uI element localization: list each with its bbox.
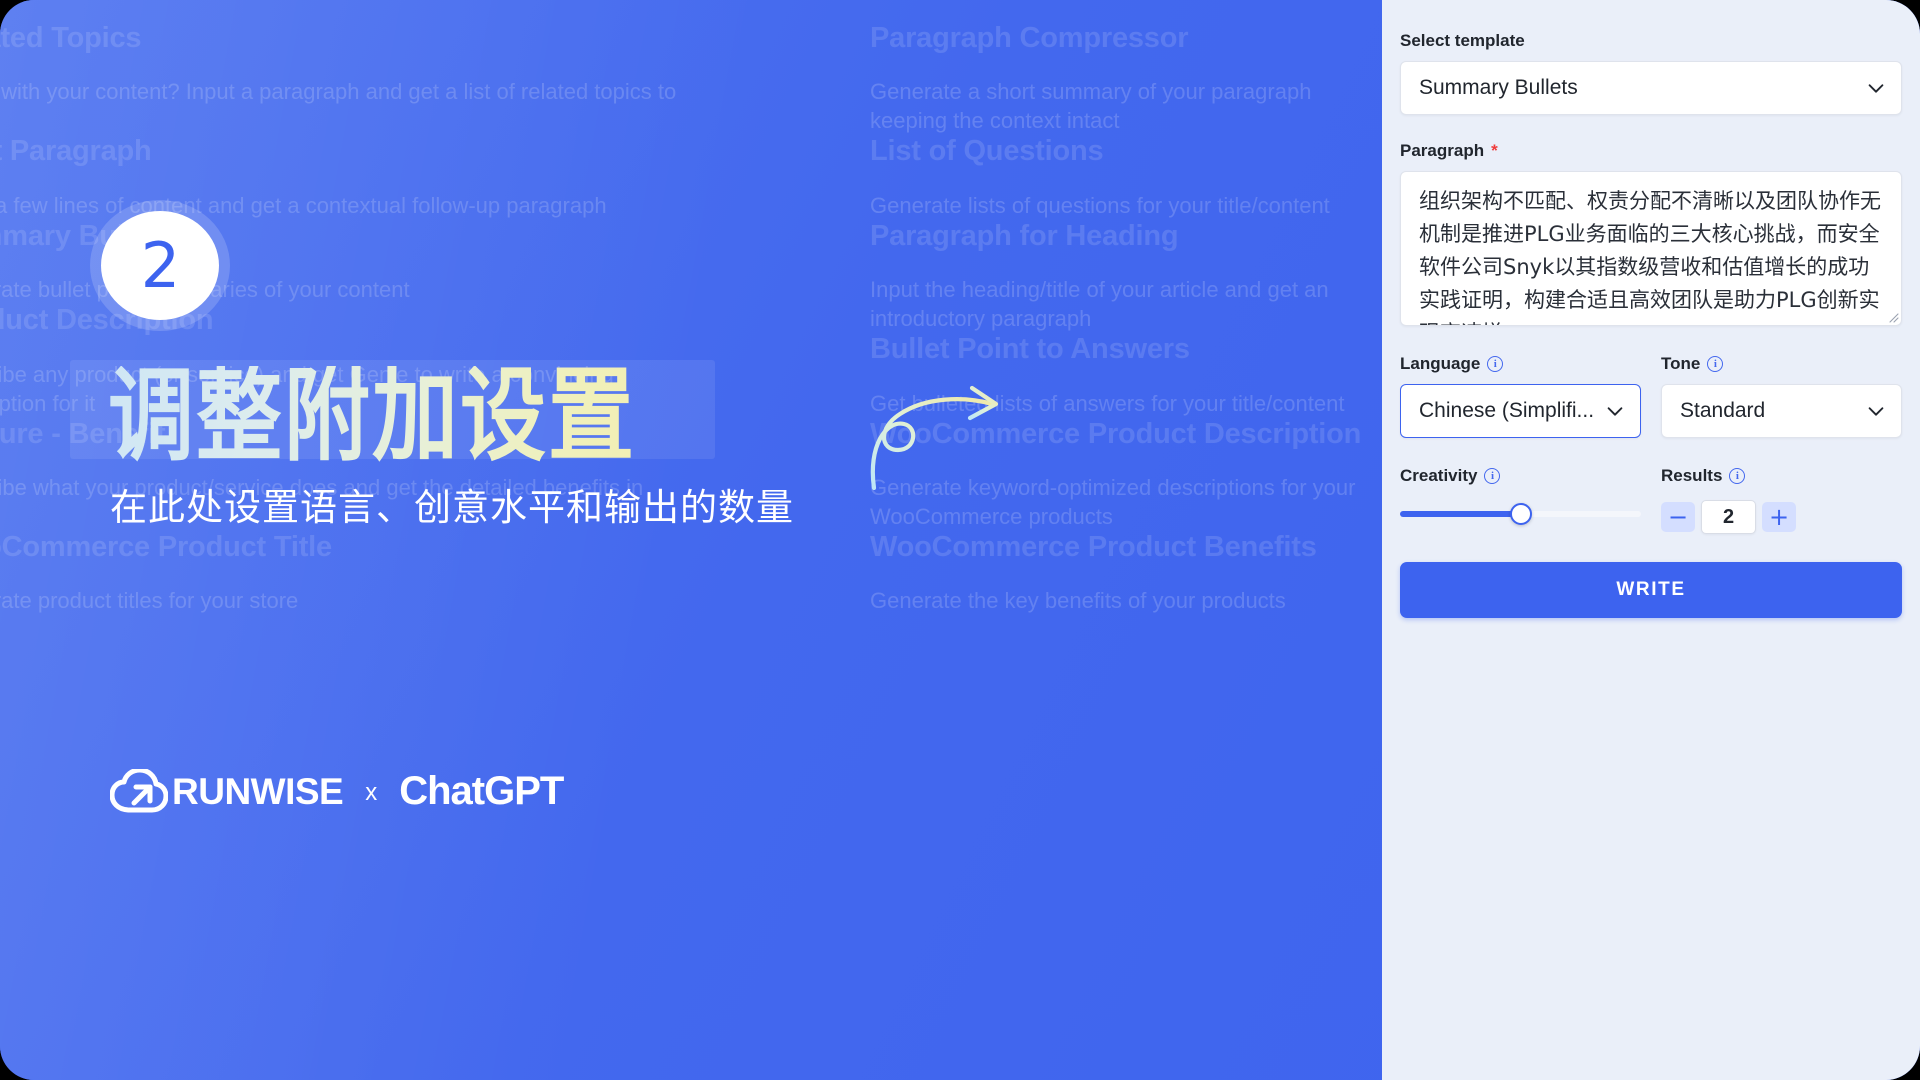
results-increment-button[interactable]: +: [1762, 502, 1796, 532]
info-icon[interactable]: i: [1707, 356, 1724, 372]
results-stepper: − 2 +: [1661, 500, 1902, 534]
tone-select-value: Standard: [1680, 399, 1766, 422]
info-icon[interactable]: i: [1484, 468, 1501, 484]
info-icon[interactable]: i: [1487, 356, 1504, 372]
paragraph-textarea-value: 组织架构不匹配、权责分配不清晰以及团队协作无机制是推进PLG业务面临的三大核心挑…: [1419, 189, 1881, 325]
brand-lockup: RUNWISE x ChatGPT: [110, 769, 564, 813]
template-select[interactable]: Summary Bullets: [1400, 61, 1902, 115]
brand-name-secondary: ChatGPT: [399, 769, 564, 813]
results-value[interactable]: 2: [1701, 500, 1756, 534]
chevron-down-icon: [1865, 77, 1887, 99]
results-label: Results i: [1661, 466, 1902, 486]
tone-label-text: Tone: [1661, 354, 1701, 373]
required-marker: *: [1491, 141, 1498, 160]
creativity-label-text: Creativity: [1400, 466, 1478, 485]
step-number-badge: 2: [101, 211, 219, 320]
slider-thumb[interactable]: [1509, 503, 1532, 525]
creativity-label: Creativity i: [1400, 466, 1641, 486]
paragraph-label: Paragraph *: [1400, 141, 1902, 161]
background-card-title: WooCommerce Product Title: [0, 530, 332, 563]
template-label: Select template: [1400, 31, 1525, 50]
resize-handle-icon[interactable]: [1886, 310, 1899, 323]
background-card: Next Paragraph Input a few lines of cont…: [0, 135, 870, 219]
template-select-value: Summary Bullets: [1419, 76, 1578, 99]
background-card: WooCommerce Product Title Generate produ…: [0, 531, 870, 615]
tone-select[interactable]: Standard: [1661, 384, 1902, 438]
settings-panel: Select template Summary Bullets Paragrap…: [1382, 0, 1920, 1080]
write-button[interactable]: WRITE: [1400, 562, 1902, 618]
tone-field: Tone i Standard: [1661, 354, 1902, 438]
chevron-down-icon: [1604, 400, 1626, 422]
slider-fill: [1400, 511, 1521, 517]
background-card-title: Related Topics: [0, 22, 142, 54]
brand-separator: x: [365, 779, 378, 806]
paragraph-field: Paragraph * 组织架构不匹配、权责分配不清晰以及团队协作无机制是推进P…: [1400, 141, 1902, 326]
background-card-desc: Generate a short summary of your paragra…: [870, 79, 1312, 134]
chevron-down-icon: [1865, 400, 1887, 422]
language-tone-row: Language i Chinese (Simplifi... Tone i S…: [1400, 354, 1902, 438]
tone-label: Tone i: [1661, 354, 1902, 374]
curved-arrow-icon: [870, 385, 999, 490]
language-field: Language i Chinese (Simplifi...: [1400, 354, 1641, 438]
creativity-slider[interactable]: [1400, 502, 1641, 526]
screenshot-canvas: Related Topics Stuck with your content? …: [0, 0, 1920, 1080]
background-card-desc: Generate the key benefits of your produc…: [870, 588, 1286, 614]
language-select-value: Chinese (Simplifi...: [1419, 399, 1595, 422]
background-card-desc: Input a few lines of content and get a c…: [0, 192, 607, 218]
creativity-results-row: Creativity i Results i − 2 +: [1400, 466, 1902, 534]
page-title: 调整附加设置: [108, 357, 636, 476]
background-card-desc: Input the heading/title of your article …: [870, 277, 1329, 332]
results-decrement-button[interactable]: −: [1661, 502, 1695, 532]
results-label-text: Results: [1661, 466, 1723, 485]
creativity-field: Creativity i: [1400, 466, 1641, 534]
results-field: Results i − 2 +: [1661, 466, 1902, 534]
language-select[interactable]: Chinese (Simplifi...: [1400, 384, 1641, 438]
info-icon[interactable]: i: [1729, 468, 1746, 484]
background-card-desc: Stuck with your content? Input a paragra…: [0, 79, 677, 105]
background-card-desc: Generate lists of questions for your tit…: [870, 192, 1330, 218]
background-card-title: Next Paragraph: [0, 135, 152, 168]
runwise-logo-icon: [110, 769, 168, 813]
paragraph-label-text: Paragraph: [1400, 141, 1485, 160]
language-label: Language i: [1400, 354, 1641, 374]
brand-name-primary: RUNWISE: [172, 770, 344, 812]
step-number-value: 2: [140, 228, 180, 302]
page-subtitle: 在此处设置语言、创意水平和输出的数量: [110, 487, 794, 528]
template-field: Select template Summary Bullets: [1400, 31, 1902, 115]
paragraph-textarea[interactable]: 组织架构不匹配、权责分配不清晰以及团队协作无机制是推进PLG业务面临的三大核心挑…: [1400, 171, 1902, 326]
background-card-desc: Generate product titles for your store: [0, 588, 299, 614]
language-label-text: Language: [1400, 354, 1481, 373]
background-card: Related Topics Stuck with your content? …: [0, 22, 870, 135]
